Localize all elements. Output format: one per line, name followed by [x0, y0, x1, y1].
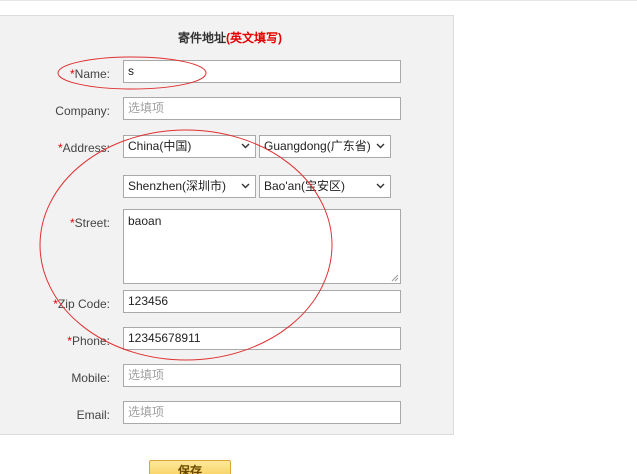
email-field[interactable]: 选填项 — [123, 401, 401, 424]
province-select[interactable]: Guangdong(广东省) — [259, 135, 391, 158]
chevron-down-icon — [376, 183, 385, 189]
form-title-text: 寄件地址 — [177, 31, 226, 45]
country-select[interactable]: China(中国) — [123, 135, 256, 158]
form-title: 寄件地址(英文填写) — [160, 29, 300, 46]
chevron-down-icon — [241, 143, 250, 149]
email-label: Email: — [77, 408, 110, 422]
name-field[interactable]: s — [123, 60, 401, 83]
district-select[interactable]: Bao'an(宝安区) — [259, 175, 391, 198]
address-label-text: Address: — [62, 141, 110, 155]
city-select[interactable]: Shenzhen(深圳市) — [123, 175, 256, 198]
email-label-text: Email: — [76, 408, 110, 422]
name-label: *Name: — [70, 67, 110, 81]
phone-label-text: Phone: — [71, 334, 110, 348]
province-select-value: Guangdong(广东省) — [264, 139, 371, 153]
form-title-hint: (英文填写) — [226, 31, 282, 45]
phone-label: *Phone: — [67, 334, 110, 348]
company-field[interactable]: 选填项 — [123, 97, 401, 120]
company-label-text: Company: — [55, 104, 110, 118]
top-divider — [0, 0, 637, 1]
zip-code-field[interactable]: 123456 — [123, 290, 401, 313]
chevron-down-icon — [376, 143, 385, 149]
street-textarea[interactable]: baoan — [123, 209, 401, 284]
street-label-text: Street: — [74, 216, 110, 230]
phone-field[interactable]: 12345678911 — [123, 327, 401, 350]
mobile-field[interactable]: 选填项 — [123, 364, 401, 387]
mobile-label: Mobile: — [71, 371, 110, 385]
name-label-text: Name: — [74, 67, 110, 81]
zip-label-text: Zip Code: — [57, 297, 110, 311]
city-select-value: Shenzhen(深圳市) — [128, 179, 227, 193]
district-select-value: Bao'an(宝安区) — [264, 179, 345, 193]
chevron-down-icon — [241, 183, 250, 189]
street-label: *Street: — [70, 216, 110, 230]
address-label: *Address: — [58, 141, 110, 155]
zip-label: *Zip Code: — [53, 297, 110, 311]
company-label: Company: — [55, 104, 110, 118]
mobile-label-text: Mobile: — [71, 371, 110, 385]
resize-grip-icon[interactable] — [390, 273, 399, 282]
page: 寄件地址(英文填写) *Name: s Company: 选填项 *Addres… — [0, 0, 637, 474]
country-select-value: China(中国) — [128, 139, 192, 153]
street-textarea-value: baoan — [128, 214, 162, 228]
save-button[interactable]: 保存 — [149, 460, 231, 474]
